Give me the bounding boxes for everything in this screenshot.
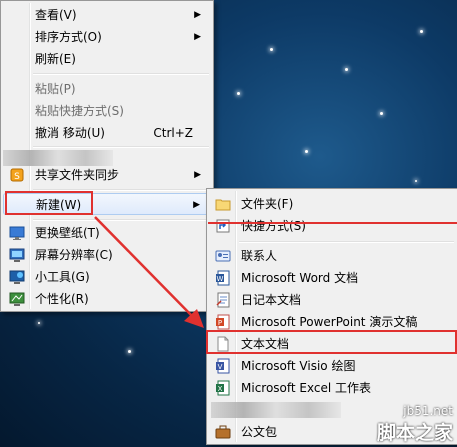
annotation-arrow: [94, 216, 204, 328]
watermark-name: 脚本之家: [376, 422, 453, 444]
watermark-url: jb51.net: [403, 404, 453, 418]
watermark: jb51.net 脚本之家: [377, 404, 453, 445]
